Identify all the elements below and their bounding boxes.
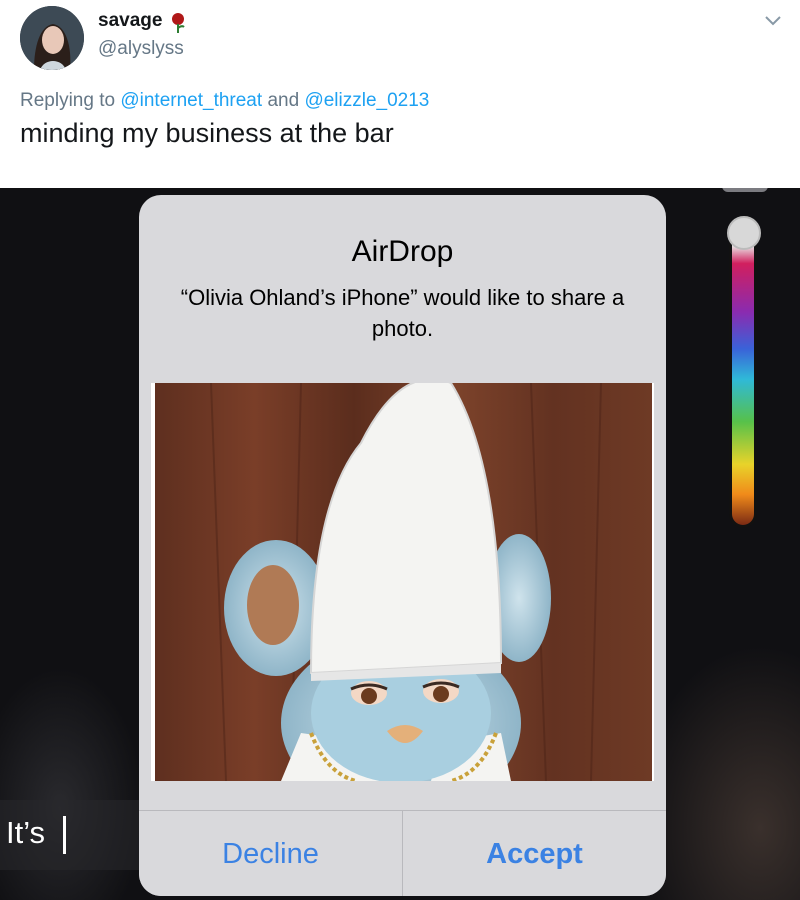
caption-box[interactable]: It’s [0,800,140,870]
reply-user-link-2[interactable]: @elizzle_0213 [304,90,429,111]
tweet-header: savage @alyslyss Replying to @internet_t… [0,0,800,188]
accept-button[interactable]: Accept [403,811,666,896]
tweet-text: minding my business at the bar [20,118,394,148]
user-handle[interactable]: @alyslyss [98,38,184,60]
airdrop-dialog: AirDrop “Olivia Ohland’s iPhone” would l… [139,195,666,896]
dialog-title: AirDrop [351,235,454,268]
reply-joiner: and [262,90,305,111]
color-slider[interactable] [729,218,757,528]
shared-photo [151,383,654,781]
rose-icon [170,12,186,39]
text-cursor [63,816,66,854]
drawer-handle [722,188,768,192]
reply-user-link-1[interactable]: @internet_threat [120,90,262,111]
caption-text[interactable]: It’s [6,815,45,851]
dialog-message: “Olivia Ohland’s iPhone” would like to s… [180,285,625,341]
reply-prefix: Replying to [20,90,121,111]
chevron-down-icon[interactable] [764,14,782,32]
reply-context: Replying to @internet_threat and @elizzl… [20,90,429,112]
tweet-media[interactable]: It’s AirDrop “Olivia Ohland’s iPhone” wo… [0,188,800,900]
color-slider-knob[interactable] [727,216,761,250]
decline-button[interactable]: Decline [139,811,402,896]
avatar[interactable] [20,6,84,70]
display-name[interactable]: savage [98,10,162,32]
dialog-buttons: Decline Accept [139,810,666,896]
